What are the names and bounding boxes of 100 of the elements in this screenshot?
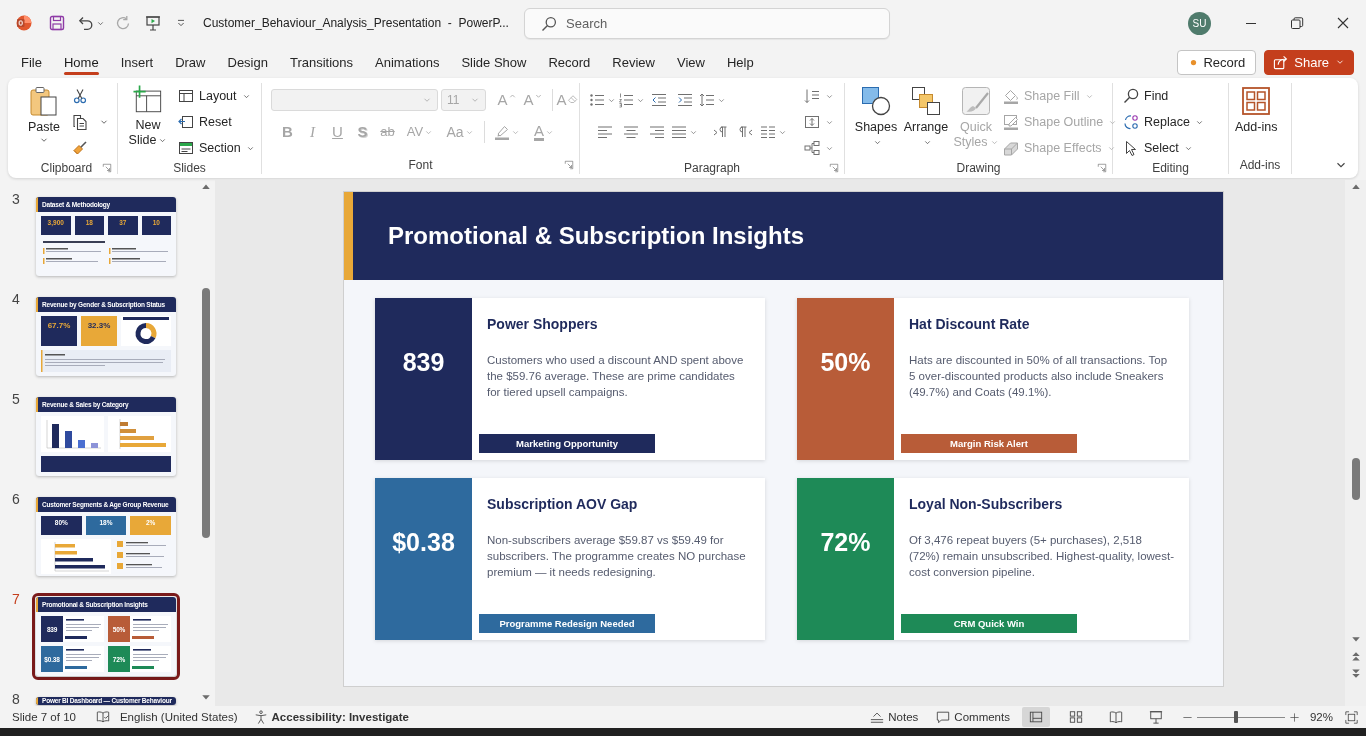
fit-to-window-button[interactable] <box>1345 710 1358 724</box>
search-icon <box>541 15 557 32</box>
document-title: Customer_Behaviour_Analysis_Presentation - PowerP... <box>203 16 509 30</box>
save-button[interactable] <box>49 15 65 31</box>
dialog-launcher-button[interactable] <box>1097 163 1107 173</box>
account-avatar[interactable]: SU <box>1188 11 1211 35</box>
copy-icon <box>72 114 88 130</box>
menu-tab[interactable]: Review <box>601 48 666 76</box>
bullet-list-icon <box>589 92 605 108</box>
previous-slide-icon <box>1349 650 1362 662</box>
stacked-squares-icon <box>910 85 942 117</box>
notes-button[interactable]: Notes <box>870 707 919 727</box>
scrollbar-thumb[interactable] <box>202 288 210 538</box>
zoom-slider-thumb[interactable] <box>1233 711 1238 723</box>
dialog-launcher-button[interactable] <box>564 160 574 170</box>
group-label: Clipboard <box>40 161 93 175</box>
stat-tile: 839 <box>375 298 472 460</box>
arrange-button[interactable]: Arrange <box>903 85 949 150</box>
section-button[interactable]: Section <box>178 135 255 161</box>
dot-icon <box>1190 58 1198 66</box>
customize-toolbar-button[interactable] <box>175 17 187 29</box>
slide-number: 6 <box>11 493 21 505</box>
chart-bar <box>55 551 77 555</box>
share-icon <box>1273 54 1289 70</box>
comments-button[interactable]: Comments <box>936 707 1010 727</box>
layout-button[interactable]: Layout <box>178 83 255 109</box>
paintbrush-icon <box>72 140 88 156</box>
stat-tile: 72% <box>797 478 894 640</box>
eraser-icon <box>566 92 579 104</box>
zoom-level-button[interactable]: 92% <box>1309 707 1333 727</box>
menu-tab[interactable]: Animations <box>364 48 451 76</box>
paste-button[interactable]: Paste <box>26 85 62 145</box>
new-slide-button[interactable]: New Slide <box>124 85 172 148</box>
slide-number: 5 <box>11 393 21 405</box>
search-icon <box>1123 88 1139 104</box>
search-field[interactable]: Search <box>524 7 890 39</box>
stat-tile: 32.3% <box>81 316 117 346</box>
layout-icon <box>178 88 194 104</box>
present-button[interactable] <box>145 15 161 31</box>
diagram-icon <box>804 140 820 156</box>
add-ins-button[interactable]: Add-ins <box>1235 85 1278 135</box>
clipboard-icon <box>28 85 60 117</box>
card-description: Of 3,476 repeat buyers (5+ purchases), 2,518 (72%) remain unsubscribed. Highest-quality, lowest-cost conversion pipeline. <box>909 533 1175 580</box>
menu-tab[interactable]: Home <box>52 48 110 76</box>
box-arrows-icon <box>804 114 820 130</box>
card-title: Power Shoppers <box>487 315 598 333</box>
share-button[interactable]: Share <box>1264 49 1354 75</box>
projector-icon <box>1148 710 1163 724</box>
scroll-down-icon <box>1350 634 1361 644</box>
menu-tab[interactable]: Slide Show <box>450 48 538 76</box>
slide-indicator: Slide 7 of 10 <box>12 711 76 723</box>
align-left-icon <box>597 124 613 140</box>
text-lines-drawing <box>63 646 104 672</box>
chart-bar <box>55 544 75 548</box>
reset-button[interactable]: Reset <box>178 109 255 135</box>
accessibility-icon <box>253 710 268 724</box>
caret-down-icon <box>533 92 543 101</box>
chart-bar <box>120 422 128 426</box>
insight-tag: CRM Quick Win <box>901 614 1077 633</box>
menu-tab[interactable]: Insert <box>109 48 165 76</box>
menu-tab[interactable]: Design <box>216 48 279 76</box>
insight-tag: Programme Redesign Needed <box>479 614 655 633</box>
chart-bar <box>91 443 98 448</box>
record-button[interactable]: Record <box>1177 49 1257 75</box>
accessibility-button[interactable]: Accessibility: Investigate <box>253 707 409 727</box>
section-icon <box>178 140 194 156</box>
down-arrow-lines-icon <box>804 88 820 104</box>
undo-icon <box>78 15 94 31</box>
zoom-in-button[interactable] <box>1288 711 1300 723</box>
app-logo-icon <box>16 15 32 31</box>
normal-view-icon <box>1028 710 1043 724</box>
group-label: Add-ins <box>1239 158 1281 172</box>
dialog-launcher-button[interactable] <box>829 163 839 173</box>
justify-icon <box>671 124 687 140</box>
shapes-button[interactable]: Shapes <box>853 85 899 150</box>
replace-button[interactable]: Replace <box>1123 109 1204 135</box>
launcher-icon <box>564 160 574 170</box>
stat-tile: 50% <box>797 298 894 460</box>
undo-button[interactable] <box>78 15 105 31</box>
comment-icon <box>936 710 951 724</box>
find-button[interactable]: Find <box>1123 83 1204 109</box>
view-button[interactable] <box>1021 707 1050 727</box>
dialog-launcher-button[interactable] <box>102 163 112 173</box>
menu-tab[interactable]: Help <box>715 48 765 76</box>
restore-icon <box>1289 15 1305 31</box>
scrollbar-thumb[interactable] <box>1351 458 1360 500</box>
close-icon <box>1335 15 1351 31</box>
notes-icon <box>870 710 885 724</box>
outdent-icon <box>651 92 667 108</box>
stat-tile: $0.38 <box>375 478 472 640</box>
menu-tab[interactable]: View <box>666 48 716 76</box>
select-button[interactable]: Select <box>1123 135 1204 161</box>
launcher-icon <box>829 163 839 173</box>
menu-tab[interactable]: Transitions <box>278 48 365 76</box>
menu-tab[interactable]: Draw <box>164 48 217 76</box>
indent-icon <box>677 92 693 108</box>
menu-tab[interactable]: File <box>10 48 53 76</box>
group-label: Drawing <box>956 161 1001 175</box>
group-label: Editing <box>1152 161 1189 175</box>
menu-tab[interactable]: Record <box>537 48 602 76</box>
